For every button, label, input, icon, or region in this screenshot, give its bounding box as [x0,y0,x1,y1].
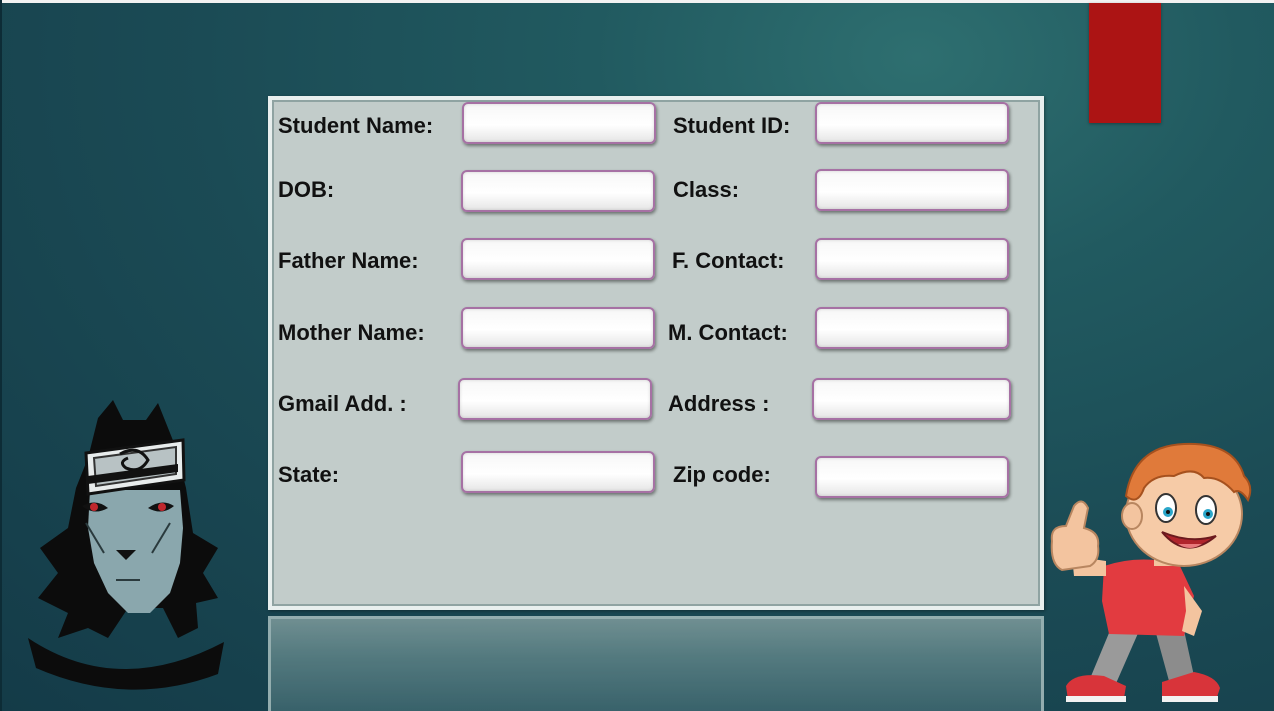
mother-name-label: Mother Name: [278,320,425,345]
address-label: Address : [668,391,770,416]
state-label: State: [278,462,340,487]
class-label: Class: [673,177,740,202]
cartoon-boy-image [1050,442,1252,702]
student-id-input[interactable] [815,102,1009,144]
address-input[interactable] [812,378,1011,420]
m-contact-input[interactable] [815,307,1009,349]
panel-reflection [268,616,1044,711]
top-border-line [0,0,1274,3]
student-name-label: Student Name: [278,113,434,138]
father-name-input[interactable] [461,238,655,280]
mother-name-input[interactable] [461,307,655,349]
class-input[interactable] [815,169,1009,211]
student-name-input[interactable] [462,102,656,144]
f-contact-label: F. Contact: [672,248,785,273]
f-contact-input[interactable] [815,238,1009,280]
zip-code-label: Zip code: [673,462,771,487]
gmail-input[interactable] [458,378,652,420]
anime-face-image [28,400,224,690]
father-name-label: Father Name: [278,248,419,273]
dob-label: DOB: [278,177,335,202]
gmail-label: Gmail Add. : [278,391,407,416]
zip-code-input[interactable] [815,456,1009,498]
student-id-label: Student ID: [673,113,791,138]
state-input[interactable] [461,451,655,493]
left-border-line [0,0,2,711]
red-bookmark-ribbon [1089,3,1161,123]
m-contact-label: M. Contact: [668,320,788,345]
dob-input[interactable] [461,170,655,212]
